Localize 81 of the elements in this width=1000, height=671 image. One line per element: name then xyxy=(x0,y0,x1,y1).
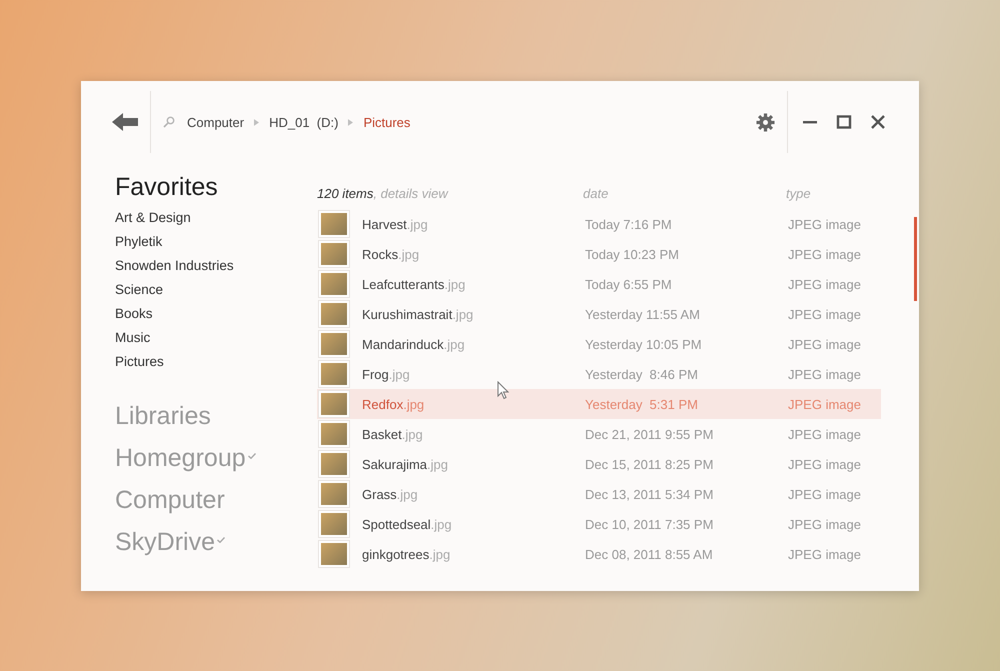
photo-thumbnail-placeholder xyxy=(319,451,349,477)
photo-thumbnail-placeholder xyxy=(319,481,349,507)
photo-thumbnail-placeholder xyxy=(319,331,349,357)
file-date: Dec 10, 2011 7:35 PM xyxy=(585,516,714,532)
favorite-link[interactable]: Music xyxy=(115,326,317,350)
favorite-link[interactable]: Pictures xyxy=(115,350,317,374)
file-name: Basket.jpg xyxy=(362,426,424,442)
file-row[interactable]: Sakurajima.jpg Dec 15, 2011 8:25 PM JPEG image xyxy=(317,449,881,479)
favorite-link[interactable]: Phyletik xyxy=(115,230,317,254)
photo-thumbnail-placeholder xyxy=(319,211,349,237)
file-date: Dec 08, 2011 8:55 AM xyxy=(585,546,714,562)
favorite-link[interactable]: Art & Design xyxy=(115,206,317,230)
file-date: Yesterday 8:46 PM xyxy=(585,366,699,382)
file-type: JPEG image xyxy=(788,456,861,472)
file-name: Kurushimastrait.jpg xyxy=(362,306,474,322)
photo-thumbnail-placeholder xyxy=(319,271,349,297)
close-icon[interactable] xyxy=(870,114,886,130)
favorite-link[interactable]: Books xyxy=(115,302,317,326)
breadcrumb-item[interactable]: HD_01 (D:) xyxy=(269,114,338,130)
file-date: Dec 13, 2011 5:34 PM xyxy=(585,486,714,502)
photo-thumbnail-placeholder xyxy=(319,391,349,417)
file-name: Spottedseal.jpg xyxy=(362,516,453,532)
file-type: JPEG image xyxy=(788,426,861,442)
maximize-icon[interactable] xyxy=(836,114,852,130)
file-type: JPEG image xyxy=(788,516,861,532)
photo-thumbnail-placeholder xyxy=(319,361,349,387)
file-date: Yesterday 10:05 PM xyxy=(585,336,703,352)
file-name: Mandarinduck.jpg xyxy=(362,336,466,352)
file-type: JPEG image xyxy=(788,216,861,232)
file-row[interactable]: Basket.jpg Dec 21, 2011 9:55 PM JPEG image xyxy=(317,419,881,449)
file-row[interactable]: Spottedseal.jpg Dec 10, 2011 7:35 PM JPEG image xyxy=(317,509,881,539)
photo-thumbnail-placeholder xyxy=(319,511,349,537)
file-date: Today 6:55 PM xyxy=(585,276,673,292)
file-date: Today 7:16 PM xyxy=(585,216,673,232)
mouse-pointer-icon xyxy=(497,381,509,400)
file-type: JPEG image xyxy=(788,396,861,412)
file-type: JPEG image xyxy=(788,246,861,262)
file-date: Today 10:23 PM xyxy=(585,246,680,262)
file-type: JPEG image xyxy=(788,306,861,322)
file-name: Rocks.jpg xyxy=(362,246,420,262)
favorites-heading: Favorites xyxy=(115,173,219,202)
file-date: Dec 21, 2011 9:55 PM xyxy=(585,426,714,442)
file-name: Frog.jpg xyxy=(362,366,411,382)
file-row[interactable]: ginkgotrees.jpg Dec 08, 2011 8:55 AM JPEG image xyxy=(317,539,881,569)
checkmark-icon xyxy=(248,453,256,459)
file-name: ginkgotrees.jpg xyxy=(362,546,452,562)
file-row[interactable]: Grass.jpg Dec 13, 2011 5:34 PM JPEG image xyxy=(317,479,881,509)
file-row[interactable]: Frog.jpg Yesterday 8:46 PM JPEG image xyxy=(317,359,881,389)
file-row[interactable]: Harvest.jpg Today 7:16 PM JPEG image xyxy=(317,209,881,239)
file-type: JPEG image xyxy=(788,366,861,382)
file-row[interactable]: Rocks.jpg Today 10:23 PM JPEG image xyxy=(317,239,881,269)
back-arrow-icon[interactable] xyxy=(112,113,138,131)
file-name: Grass.jpg xyxy=(362,486,419,502)
chevron-icon xyxy=(254,118,260,126)
file-type: JPEG image xyxy=(788,336,861,352)
photo-thumbnail-placeholder xyxy=(319,301,349,327)
item-count-label: 120 items, details view xyxy=(317,186,450,200)
photo-thumbnail-placeholder xyxy=(319,241,349,267)
file-type: JPEG image xyxy=(788,276,861,292)
file-row[interactable]: Kurushimastrait.jpg Yesterday 11:55 AM JPEG image xyxy=(317,299,881,329)
file-date: Yesterday 11:55 AM xyxy=(585,306,701,322)
breadcrumb-item[interactable]: Computer xyxy=(187,114,244,130)
checkmark-icon xyxy=(217,537,226,543)
file-type: JPEG image xyxy=(788,546,861,562)
chevron-icon xyxy=(348,118,354,126)
settings-icon[interactable] xyxy=(756,112,775,132)
file-row[interactable]: Mandarinduck.jpg Yesterday 10:05 PM JPEG image xyxy=(317,329,881,359)
favorite-link[interactable]: Snowden Industries xyxy=(115,254,317,278)
file-row[interactable]: Leafcutterants.jpg Today 6:55 PM JPEG image xyxy=(317,269,881,299)
favorite-link[interactable]: Science xyxy=(115,278,317,302)
file-date: Yesterday 5:31 PM xyxy=(585,396,699,412)
scrollbar-thumb[interactable] xyxy=(914,217,917,301)
file-name: Harvest.jpg xyxy=(362,216,429,232)
breadcrumb-item[interactable]: Pictures xyxy=(363,114,410,130)
file-type: JPEG image xyxy=(788,486,861,502)
file-name: Redfox.jpg xyxy=(362,396,426,412)
photo-thumbnail-placeholder xyxy=(319,421,349,447)
file-name: Leafcutterants.jpg xyxy=(362,276,466,292)
file-name: Sakurajima.jpg xyxy=(362,456,449,472)
photo-thumbnail-placeholder xyxy=(319,541,349,567)
file-date: Dec 15, 2011 8:25 PM xyxy=(585,456,714,472)
